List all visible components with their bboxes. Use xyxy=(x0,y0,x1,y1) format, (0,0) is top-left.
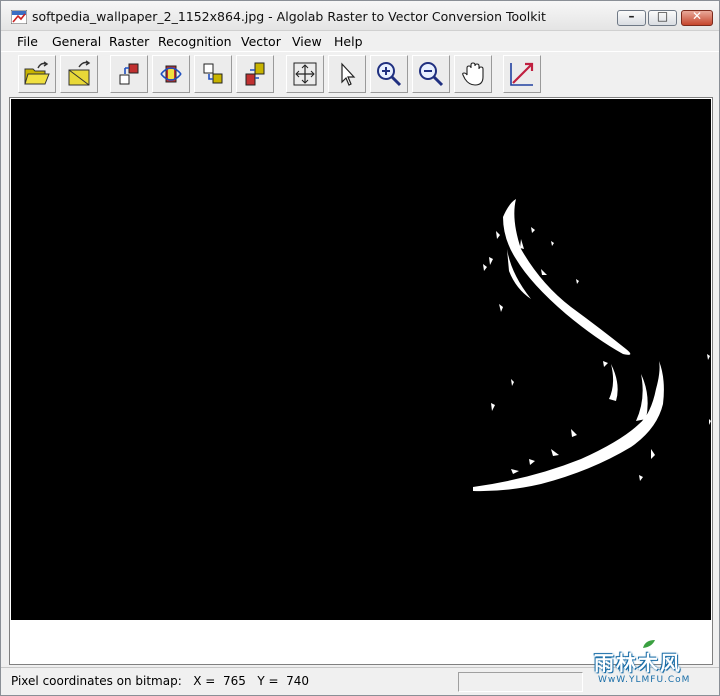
app-window: softpedia_wallpaper_2_1152x864.jpg - Alg… xyxy=(0,0,720,696)
watermark-text: 雨林木风 xyxy=(594,651,682,675)
toolbar xyxy=(1,51,719,97)
minimize-icon: – xyxy=(628,9,635,23)
recognition-icon xyxy=(203,63,223,84)
watermark-logo: 雨林木风 WwW.YLMFU.CoM xyxy=(584,633,714,691)
rotate-raster-button[interactable] xyxy=(152,55,190,93)
zoom-out-button[interactable] xyxy=(412,55,450,93)
fit-window-icon xyxy=(293,62,317,86)
open-file-button[interactable] xyxy=(18,55,56,93)
pan-hand-button[interactable] xyxy=(454,55,492,93)
menu-general[interactable]: General xyxy=(52,34,101,49)
open-file-icon xyxy=(24,61,50,85)
menu-raster[interactable]: Raster xyxy=(109,34,149,49)
window-title: softpedia_wallpaper_2_1152x864.jpg - Alg… xyxy=(32,9,546,24)
vector-edit-icon xyxy=(510,62,534,86)
open-vector-icon xyxy=(68,60,91,86)
select-pointer-button[interactable] xyxy=(328,55,366,93)
close-button[interactable]: ✕ xyxy=(681,9,713,26)
menu-help[interactable]: Help xyxy=(334,34,363,49)
rotate-raster-icon xyxy=(160,65,182,83)
minimize-button[interactable]: – xyxy=(617,9,646,26)
maximize-button[interactable]: □ xyxy=(648,9,677,26)
bitmap-view[interactable] xyxy=(9,97,713,665)
y-value: 740 xyxy=(286,674,310,688)
bitmap-canvas[interactable] xyxy=(11,99,711,620)
select-pointer-icon xyxy=(341,62,356,86)
open-vector-button[interactable] xyxy=(60,55,98,93)
maximize-icon: □ xyxy=(656,9,669,23)
vectorize-icon xyxy=(245,62,265,86)
menu-view[interactable]: View xyxy=(292,34,322,49)
title-bar[interactable]: softpedia_wallpaper_2_1152x864.jpg - Alg… xyxy=(1,1,719,31)
zoom-in-icon xyxy=(377,62,402,87)
coordinates-label: Pixel coordinates on bitmap: xyxy=(11,674,182,688)
raster-image xyxy=(473,199,711,492)
raster-transform-icon xyxy=(119,63,139,85)
menu-recognition[interactable]: Recognition xyxy=(158,34,232,49)
fit-window-button[interactable] xyxy=(286,55,324,93)
x-value: 765 xyxy=(222,674,246,688)
zoom-out-icon xyxy=(419,62,444,87)
x-label: X = xyxy=(193,674,216,688)
pixel-coordinates: Pixel coordinates on bitmap: X = 765 Y =… xyxy=(11,674,309,688)
status-panel xyxy=(458,672,583,692)
menu-vector[interactable]: Vector xyxy=(241,34,281,49)
y-label: Y = xyxy=(257,674,279,688)
watermark-url: WwW.YLMFU.CoM xyxy=(598,675,691,685)
pan-hand-icon xyxy=(462,62,484,86)
vector-edit-button[interactable] xyxy=(503,55,541,93)
raster-transform-button[interactable] xyxy=(110,55,148,93)
menu-file[interactable]: File xyxy=(17,34,38,49)
vectorize-button[interactable] xyxy=(236,55,274,93)
menu-bar: File General Raster Recognition Vector V… xyxy=(1,31,719,51)
recognition-button[interactable] xyxy=(194,55,232,93)
close-icon: ✕ xyxy=(691,9,703,23)
app-icon xyxy=(11,10,27,24)
zoom-in-button[interactable] xyxy=(370,55,408,93)
